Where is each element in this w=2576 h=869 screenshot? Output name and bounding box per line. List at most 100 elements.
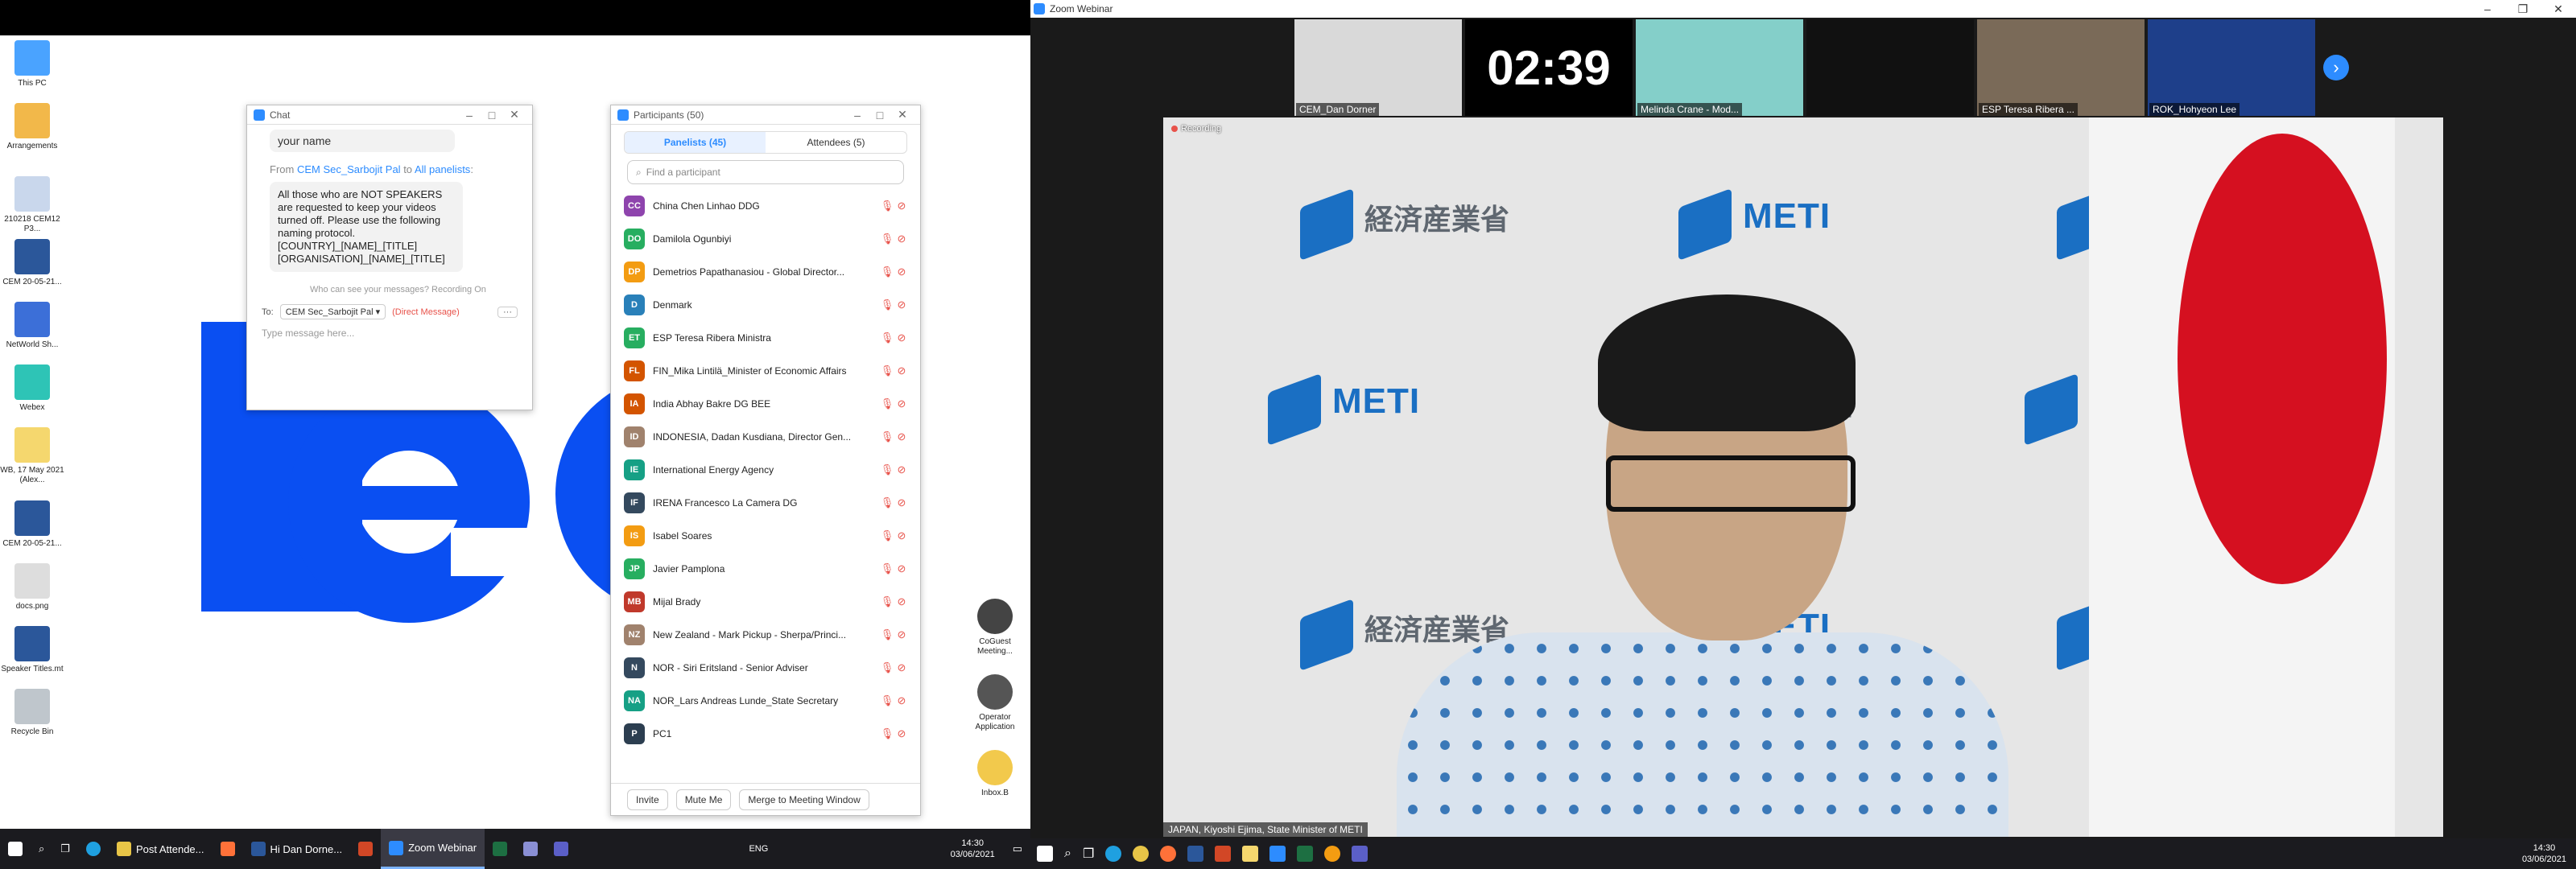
search-button[interactable]: ⌕: [31, 829, 52, 869]
invite-button[interactable]: Invite: [627, 789, 668, 810]
participant-row[interactable]: ET ESP Teresa Ribera Ministra 🎙 ⊘: [624, 321, 909, 354]
minimize-button[interactable]: –: [846, 109, 869, 121]
muted-mic-icon[interactable]: 🎙: [880, 397, 894, 410]
video-tile[interactable]: CEM_Dan Dorner: [1294, 19, 1462, 116]
muted-mic-icon[interactable]: 🎙: [880, 200, 894, 212]
video-off-icon[interactable]: ⊘: [894, 661, 909, 674]
participant-row[interactable]: DP Demetrios Papathanasiou - Global Direc…: [624, 255, 909, 288]
taskbar-app[interactable]: [213, 829, 243, 869]
video-off-icon[interactable]: ⊘: [894, 200, 909, 212]
participant-row[interactable]: NA NOR_Lars Andreas Lunde_State Secretary…: [624, 684, 909, 717]
system-clock[interactable]: ENG: [739, 843, 778, 855]
muted-mic-icon[interactable]: 🎙: [880, 430, 894, 443]
video-off-icon[interactable]: ⊘: [894, 397, 909, 410]
participants-titlebar[interactable]: Participants (50) – □ ✕: [611, 105, 920, 125]
participant-row[interactable]: MB Mijal Brady 🎙 ⊘: [624, 585, 909, 618]
zoom-taskbar-icon[interactable]: [1269, 846, 1286, 862]
participant-row[interactable]: ID INDONESIA, Dadan Kusdiana, Director Ge…: [624, 420, 909, 453]
maximize-button[interactable]: □: [481, 109, 503, 121]
powerpoint-icon[interactable]: [1215, 846, 1232, 862]
taskbar-app[interactable]: Post Attende...: [109, 829, 213, 869]
excel-icon[interactable]: [1297, 846, 1314, 862]
mute-me-button[interactable]: Mute Me: [675, 789, 732, 810]
taskbar-app[interactable]: [515, 829, 546, 869]
participants-window[interactable]: Participants (50) – □ ✕ Panelists (45) A…: [610, 105, 921, 816]
taskbar-app[interactable]: [546, 829, 576, 869]
taskbar-app[interactable]: [485, 829, 515, 869]
video-off-icon[interactable]: ⊘: [894, 332, 909, 344]
desktop-icon[interactable]: 210218 CEM12 P3...: [0, 176, 64, 234]
maximize-button[interactable]: □: [869, 109, 891, 121]
participant-row[interactable]: D Denmark 🎙 ⊘: [624, 288, 909, 321]
who-can-see-link[interactable]: Who can see your messages? Recording On: [310, 285, 518, 294]
recipient-select[interactable]: CEM Sec_Sarbojit Pal ▾: [279, 304, 386, 319]
close-button[interactable]: ✕: [2541, 2, 2576, 16]
desktop-icon[interactable]: Webex: [0, 364, 64, 413]
clock[interactable]: 14:30 03/06/2021: [2512, 842, 2576, 865]
chat-window[interactable]: Chat – □ ✕ your name From CEM Sec_Sarboj…: [246, 105, 533, 410]
desktop-icon[interactable]: WB, 17 May 2021 (Alex...: [0, 427, 64, 485]
video-off-icon[interactable]: ⊘: [894, 595, 909, 608]
desktop-icon[interactable]: Speaker Titles.mt: [0, 626, 64, 674]
recipient-link[interactable]: All panelists: [415, 163, 470, 175]
maximize-button[interactable]: ❐: [2505, 2, 2541, 16]
video-off-icon[interactable]: ⊘: [894, 628, 909, 641]
participant-search[interactable]: ⌕ Find a participant: [627, 160, 904, 184]
desktop-icon[interactable]: NetWorld Sh...: [0, 302, 64, 350]
minimize-button[interactable]: –: [2470, 2, 2505, 15]
search-icon[interactable]: ⌕: [1064, 846, 1071, 861]
edge-icon[interactable]: [1105, 846, 1122, 862]
participant-row[interactable]: IS Isabel Soares 🎙 ⊘: [624, 519, 909, 552]
muted-mic-icon[interactable]: 🎙: [880, 529, 894, 542]
minimize-button[interactable]: –: [458, 109, 481, 121]
video-off-icon[interactable]: ⊘: [894, 299, 909, 311]
video-off-icon[interactable]: ⊘: [894, 364, 909, 377]
start-button[interactable]: [0, 829, 31, 869]
muted-mic-icon[interactable]: 🎙: [880, 694, 894, 707]
video-tile[interactable]: [1806, 19, 1974, 116]
video-tile[interactable]: ESP Teresa Ribera ...: [1977, 19, 2145, 116]
video-tile[interactable]: ROK_Hohyeon Lee: [2148, 19, 2315, 116]
participant-row[interactable]: DO Damilola Ogunbiyi 🎙 ⊘: [624, 222, 909, 255]
teams-icon[interactable]: [1352, 846, 1368, 862]
muted-mic-icon[interactable]: 🎙: [880, 332, 894, 344]
folder-icon[interactable]: [1242, 846, 1259, 862]
muted-mic-icon[interactable]: 🎙: [880, 364, 894, 377]
tab-panelists[interactable]: Panelists (45): [625, 132, 766, 153]
app-icon[interactable]: [1324, 846, 1341, 862]
word-icon[interactable]: [1187, 846, 1204, 862]
taskbar-app[interactable]: [350, 829, 381, 869]
participant-row[interactable]: IA India Abhay Bakre DG BEE 🎙 ⊘: [624, 387, 909, 420]
desktop-icon[interactable]: CoGuest Meeting...: [963, 599, 1027, 657]
muted-mic-icon[interactable]: 🎙: [880, 299, 894, 311]
video-off-icon[interactable]: ⊘: [894, 694, 909, 707]
desktop-icon[interactable]: CEM 20-05-21...: [0, 500, 64, 549]
video-off-icon[interactable]: ⊘: [894, 266, 909, 278]
muted-mic-icon[interactable]: 🎙: [880, 562, 894, 575]
video-off-icon[interactable]: ⊘: [894, 496, 909, 509]
taskbar-app[interactable]: Hi Dan Dorne...: [243, 829, 351, 869]
clock[interactable]: 14:30 03/06/2021: [941, 838, 1005, 860]
video-off-icon[interactable]: ⊘: [894, 529, 909, 542]
desktop-icon[interactable]: Operator Application: [963, 674, 1027, 732]
sender-link[interactable]: CEM Sec_Sarbojit Pal: [297, 163, 401, 175]
video-off-icon[interactable]: ⊘: [894, 727, 909, 740]
muted-mic-icon[interactable]: 🎙: [880, 496, 894, 509]
participant-row[interactable]: CC China Chen Linhao DDG 🎙 ⊘: [624, 189, 909, 222]
more-button[interactable]: ···: [497, 306, 518, 318]
video-tile[interactable]: Melinda Crane - Mod...: [1636, 19, 1803, 116]
desktop-icon[interactable]: docs.png: [0, 563, 64, 612]
participant-row[interactable]: P PC1 🎙 ⊘: [624, 717, 909, 750]
video-off-icon[interactable]: ⊘: [894, 430, 909, 443]
edge-button[interactable]: [78, 829, 109, 869]
chat-input[interactable]: Type message here...: [262, 327, 518, 339]
participant-row[interactable]: N NOR - Siri Eritsland - Senior Adviser 🎙 ⊘: [624, 651, 909, 684]
chrome-icon[interactable]: [1133, 846, 1150, 862]
desktop-icon[interactable]: Arrangements: [0, 103, 64, 151]
zoom-titlebar[interactable]: Zoom Webinar – ❐ ✕: [1030, 0, 2576, 18]
tab-attendees[interactable]: Attendees (5): [766, 132, 906, 153]
muted-mic-icon[interactable]: 🎙: [880, 727, 894, 740]
desktop-icon[interactable]: This PC: [0, 40, 64, 89]
desktop-icon[interactable]: Inbox.B: [963, 750, 1027, 798]
desktop-icon[interactable]: CEM 20-05-21...: [0, 239, 64, 287]
